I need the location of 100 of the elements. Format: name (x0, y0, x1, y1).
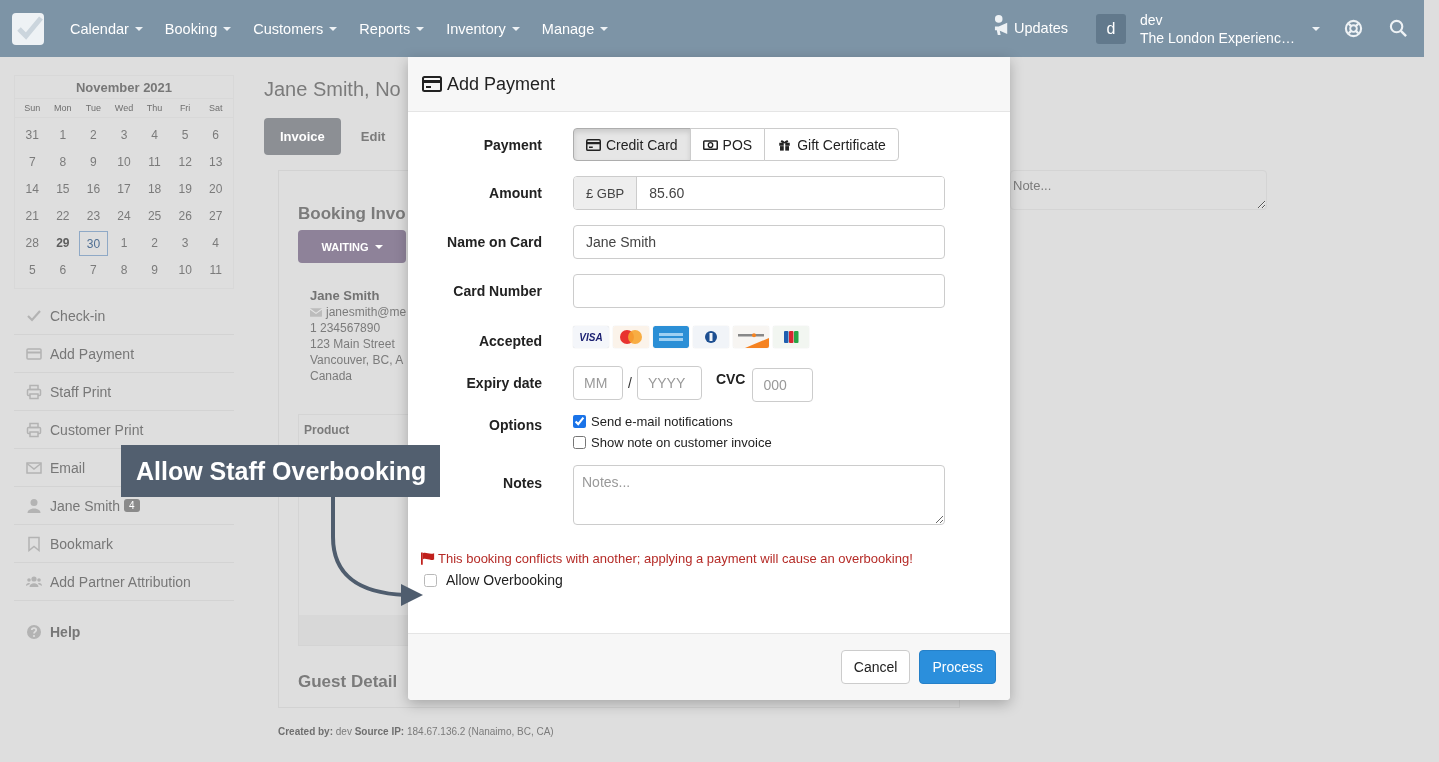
dialog-title: Add Payment (447, 73, 556, 95)
lifebuoy-icon[interactable] (1344, 19, 1363, 38)
section-title: Booking Invo (298, 204, 406, 224)
sidebar-item[interactable]: Check-in (14, 297, 234, 335)
checkbox[interactable] (573, 415, 586, 428)
calendar-day[interactable]: 8 (109, 258, 139, 283)
calendar-day[interactable]: 7 (79, 258, 108, 283)
calendar-day[interactable]: 23 (79, 204, 108, 229)
nav-menu[interactable]: Booking (164, 20, 232, 37)
calendar-day[interactable]: 3 (109, 123, 139, 148)
card-icon (26, 345, 42, 362)
calendar-day[interactable]: 1 (48, 123, 78, 148)
calendar-day[interactable]: 30 (79, 231, 108, 256)
weekday-label: Fri (178, 102, 192, 115)
sidebar-item[interactable]: Add Payment (14, 335, 234, 373)
customer-email: janesmith@me (326, 304, 407, 320)
sidebar-item[interactable]: Add Partner Attribution (14, 563, 234, 601)
calendar-day[interactable]: 4 (201, 231, 230, 256)
tab[interactable]: Edit (344, 118, 402, 155)
calendar-day[interactable]: 3 (170, 231, 200, 256)
nav-menu[interactable]: Calendar (70, 20, 143, 37)
calendar-day[interactable]: 1 (109, 231, 139, 256)
weekday-label: Thu (145, 102, 164, 115)
customer-name: Jane Smith (310, 288, 380, 304)
calendar-day[interactable]: 7 (18, 150, 47, 175)
calendar-day[interactable]: 9 (140, 258, 169, 283)
process-button[interactable]: Process (919, 650, 996, 684)
payment-option[interactable]: Credit Card (573, 128, 691, 161)
calendar-day[interactable]: 19 (170, 177, 200, 202)
calendar-day[interactable]: 12 (170, 150, 200, 175)
field-label: Amount (488, 185, 542, 201)
calendar-day[interactable]: 11 (201, 258, 230, 283)
caret-icon[interactable] (1312, 26, 1320, 31)
calendar-day[interactable]: 4 (140, 123, 169, 148)
calendar-day[interactable]: 27 (201, 204, 230, 229)
checkbox[interactable] (573, 436, 586, 449)
gift-icon (777, 138, 793, 151)
weekday-label: Tue (84, 102, 102, 115)
help-link[interactable]: Help (14, 613, 234, 651)
calendar-day[interactable]: 18 (140, 177, 169, 202)
checkbox-label: Send e-mail notifications (591, 414, 733, 429)
checkbox[interactable] (424, 573, 437, 587)
payment-option[interactable]: POS (689, 128, 766, 161)
calendar-day[interactable]: 16 (79, 177, 108, 202)
calendar-day[interactable]: 15 (48, 177, 78, 202)
calendar-day[interactable]: 20 (201, 177, 230, 202)
calendar-day[interactable]: 28 (18, 231, 47, 256)
status-dropdown[interactable]: WAITING (298, 230, 406, 263)
field-label: Name on Card (446, 234, 542, 250)
calendar-day[interactable]: 10 (170, 258, 200, 283)
cancel-button[interactable]: Cancel (840, 650, 911, 684)
calendar-day[interactable]: 9 (79, 150, 108, 175)
calendar-day[interactable]: 6 (201, 123, 230, 148)
calendar-day[interactable]: 25 (140, 204, 169, 229)
amount-field[interactable]: £ GBP 85.60 (573, 176, 945, 210)
striped-card-icon (773, 326, 809, 348)
card-icon (586, 138, 601, 151)
card-number-field[interactable] (573, 274, 945, 308)
weekday-label: Mon (53, 102, 73, 115)
nav-menu[interactable]: Manage (541, 20, 609, 37)
cvc-field[interactable]: 000 (752, 368, 814, 402)
calendar-day[interactable]: 10 (109, 150, 139, 175)
calendar-day[interactable]: 31 (18, 123, 47, 148)
payment-option[interactable]: Gift Certificate (764, 128, 899, 161)
checkbox-label: Show note on customer invoice (591, 435, 772, 450)
note-field[interactable]: Note... (1010, 170, 1267, 210)
bookmark-icon (26, 535, 42, 552)
field-label: Expiry date (465, 375, 542, 391)
page-title: Jane Smith, No (264, 78, 401, 102)
avatar[interactable]: d (1096, 13, 1126, 44)
calendar-day[interactable]: 11 (140, 150, 169, 175)
calendar-day[interactable]: 26 (170, 204, 200, 229)
calendar-day[interactable]: 5 (18, 258, 47, 283)
nav-menu[interactable]: Inventory (446, 20, 520, 37)
notes-field[interactable]: Notes... (573, 465, 945, 525)
sidebar-item[interactable]: Staff Print (14, 373, 234, 411)
calendar-day[interactable]: 24 (109, 204, 139, 229)
search-icon[interactable] (1389, 19, 1408, 38)
calendar-day[interactable]: 6 (48, 258, 78, 283)
tab[interactable]: Invoice (264, 118, 341, 155)
sidebar-item[interactable]: Bookmark (14, 525, 234, 563)
nav-menu[interactable]: Reports (359, 20, 425, 37)
year-field[interactable]: YYYY (636, 366, 702, 400)
calendar-day[interactable]: 5 (170, 123, 200, 148)
calendar-day[interactable]: 2 (79, 123, 108, 148)
calendar-day[interactable]: 29 (48, 231, 78, 256)
updates-link[interactable]: Updates (994, 15, 1068, 36)
calendar-day[interactable]: 22 (48, 204, 78, 229)
calendar-day[interactable]: 21 (18, 204, 47, 229)
section-title: Guest Detail (298, 672, 398, 692)
calendar-day[interactable]: 13 (201, 150, 230, 175)
name-field[interactable]: Jane Smith (573, 225, 945, 259)
calendar-day[interactable]: 2 (140, 231, 169, 256)
calendar-day[interactable]: 14 (18, 177, 47, 202)
checkmark-logo-icon[interactable] (12, 12, 44, 45)
banknote-icon (702, 138, 718, 151)
calendar-day[interactable]: 17 (109, 177, 139, 202)
month-field[interactable]: MM (573, 366, 623, 400)
nav-menu[interactable]: Customers (253, 20, 338, 37)
calendar-day[interactable]: 8 (48, 150, 78, 175)
